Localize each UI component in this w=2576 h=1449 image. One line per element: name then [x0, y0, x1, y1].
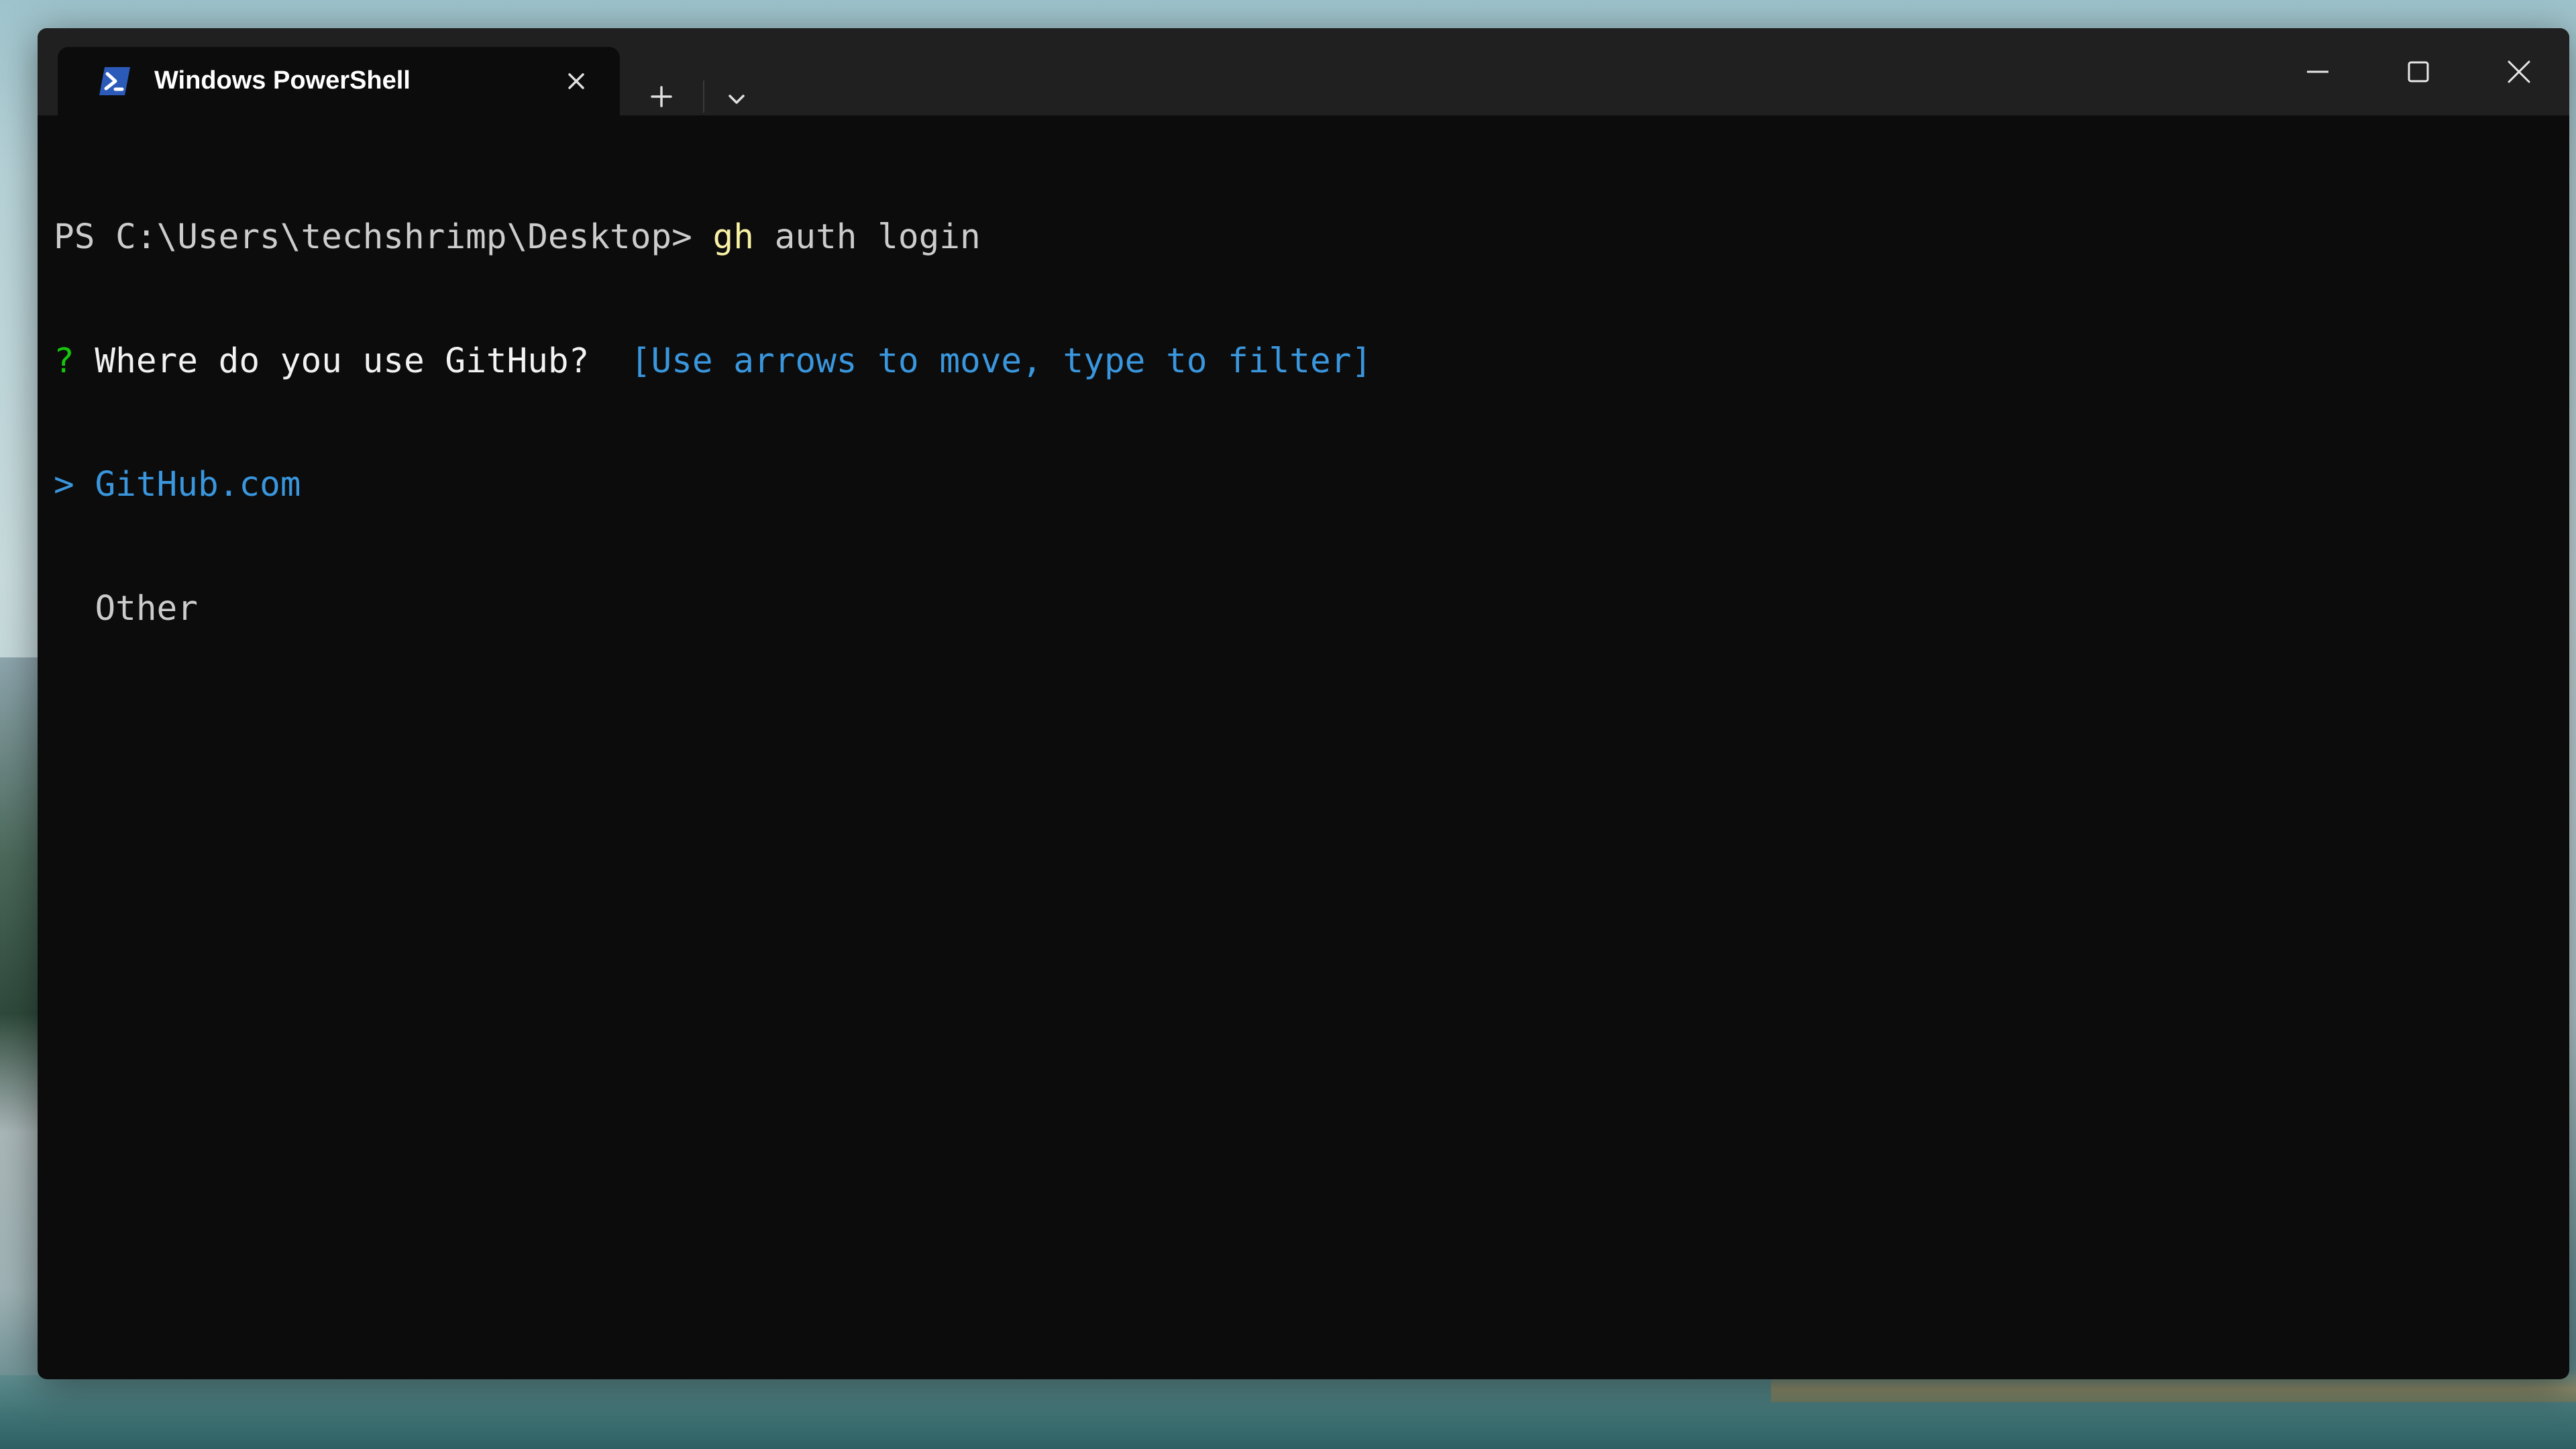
terminal-window: Windows PowerShell PS C:\Users\techshrim… [38, 28, 2569, 1379]
new-tab-plus-icon[interactable] [641, 76, 682, 117]
question-line: ? Where do you use GitHub? [Use arrows t… [54, 341, 2553, 382]
command-line: PS C:\Users\techshrimp\Desktop> gh auth … [54, 217, 2553, 258]
close-tab-icon[interactable] [559, 64, 593, 98]
maximize-button[interactable] [2368, 28, 2469, 115]
powershell-icon [98, 66, 131, 97]
question-mark: ? [54, 341, 74, 381]
shell-prompt: PS C:\Users\techshrimp\Desktop> [54, 217, 713, 257]
minimize-icon [2307, 70, 2328, 73]
question-hint: [Use arrows to move, type to filter] [610, 341, 1373, 381]
tab-divider [703, 80, 704, 113]
chevron-down-icon[interactable] [716, 79, 757, 119]
terminal-output[interactable]: PS C:\Users\techshrimp\Desktop> gh auth … [54, 134, 2553, 1379]
minimize-button[interactable] [2267, 28, 2368, 115]
selection-marker: > [54, 465, 74, 504]
command-args: auth login [753, 217, 981, 257]
option-github-com[interactable]: > GitHub.com [54, 464, 2553, 506]
question-text: Where do you use GitHub? [74, 341, 610, 381]
option-label: Other [95, 588, 198, 629]
maximize-icon [2408, 61, 2429, 83]
close-icon [2508, 60, 2530, 83]
command-name: gh [712, 217, 754, 257]
tab-windows-powershell[interactable]: Windows PowerShell [58, 47, 620, 115]
title-bar[interactable]: Windows PowerShell [38, 28, 2569, 115]
selection-marker [54, 589, 74, 629]
tab-title: Windows PowerShell [154, 66, 411, 95]
option-label: GitHub.com [95, 465, 301, 504]
close-window-button[interactable] [2469, 28, 2569, 115]
option-other[interactable]: Other [54, 588, 2553, 630]
